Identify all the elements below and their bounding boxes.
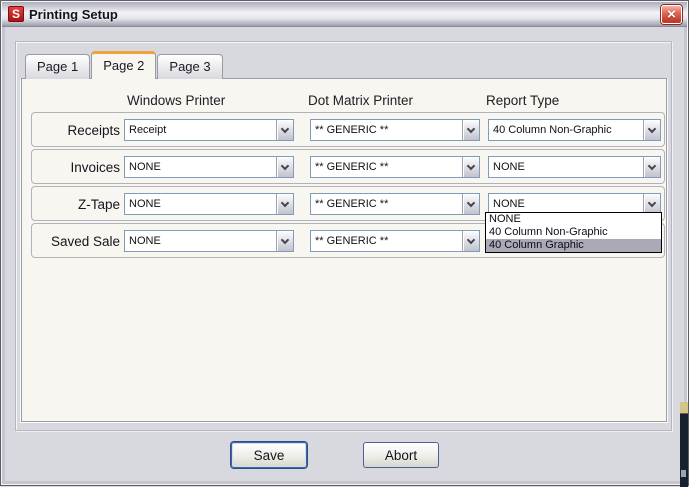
report-type-dropdown-list: NONE 40 Column Non-Graphic 40 Column Gra…: [485, 212, 662, 253]
combo-value: ** GENERIC **: [315, 235, 389, 247]
column-header-dot-matrix-printer: Dot Matrix Printer: [308, 93, 414, 108]
background-window-sliver: [680, 402, 688, 487]
dropdown-option-40-column-graphic[interactable]: 40 Column Graphic: [486, 239, 661, 252]
row-label-saved-sale: Saved Sale: [50, 234, 120, 249]
combo-value: NONE: [129, 198, 161, 210]
receipts-dot-matrix-printer-select[interactable]: ** GENERIC **: [310, 119, 480, 141]
chevron-down-icon[interactable]: [462, 157, 479, 177]
dropdown-option-40-column-non-graphic[interactable]: 40 Column Non-Graphic: [486, 226, 661, 239]
combo-value: NONE: [129, 235, 161, 247]
row-receipts: Receipts Receipt ** GENERIC ** 40 Column…: [31, 112, 665, 147]
chevron-down-icon[interactable]: [462, 194, 479, 214]
chevron-down-icon[interactable]: [462, 231, 479, 251]
chevron-down-icon[interactable]: [643, 194, 660, 214]
chevron-down-icon[interactable]: [276, 157, 293, 177]
chevron-down-icon[interactable]: [462, 120, 479, 140]
tab-page-1[interactable]: Page 1: [25, 54, 91, 79]
tab-page-3[interactable]: Page 3: [157, 54, 223, 79]
window-title: Printing Setup: [29, 6, 118, 22]
dropdown-option-none[interactable]: NONE: [486, 213, 661, 226]
saved-sale-dot-matrix-printer-select[interactable]: ** GENERIC **: [310, 230, 480, 252]
column-header-windows-printer: Windows Printer: [127, 93, 226, 108]
combo-value: ** GENERIC **: [315, 198, 389, 210]
background-window-glyph: [681, 470, 686, 477]
combo-value: ** GENERIC **: [315, 124, 389, 136]
receipts-report-type-select[interactable]: 40 Column Non-Graphic: [488, 119, 661, 141]
combo-value: Receipt: [129, 124, 167, 136]
chevron-down-icon[interactable]: [276, 231, 293, 251]
row-label-z-tape: Z-Tape: [77, 197, 120, 212]
z-tape-windows-printer-select[interactable]: NONE: [124, 193, 294, 215]
printing-setup-dialog: S Printing Setup × Page 1 Page 2 Page 3 …: [0, 0, 689, 487]
z-tape-dot-matrix-printer-select[interactable]: ** GENERIC **: [310, 193, 480, 215]
chevron-down-icon[interactable]: [643, 120, 660, 140]
tab-page-content: Windows Printer Dot Matrix Printer Repor…: [21, 78, 667, 422]
receipts-windows-printer-select[interactable]: Receipt: [124, 119, 294, 141]
tab-page-2[interactable]: Page 2: [91, 51, 157, 79]
invoices-dot-matrix-printer-select[interactable]: ** GENERIC **: [310, 156, 480, 178]
combo-value: ** GENERIC **: [315, 161, 389, 173]
combo-value: NONE: [129, 161, 161, 173]
row-invoices: Invoices NONE ** GENERIC ** NONE: [31, 149, 665, 184]
close-button[interactable]: ×: [661, 5, 682, 24]
invoices-windows-printer-select[interactable]: NONE: [124, 156, 294, 178]
invoices-report-type-select[interactable]: NONE: [488, 156, 661, 178]
abort-button[interactable]: Abort: [363, 442, 439, 468]
chevron-down-icon[interactable]: [276, 194, 293, 214]
row-label-invoices: Invoices: [70, 160, 120, 175]
tab-strip: Page 1 Page 2 Page 3: [25, 51, 224, 79]
chevron-down-icon[interactable]: [276, 120, 293, 140]
saved-sale-windows-printer-select[interactable]: NONE: [124, 230, 294, 252]
combo-value: 40 Column Non-Graphic: [493, 124, 612, 136]
app-icon: S: [8, 6, 24, 22]
combo-value: NONE: [493, 161, 525, 173]
row-label-receipts: Receipts: [67, 123, 120, 138]
close-icon: ×: [667, 6, 676, 23]
combo-value: NONE: [493, 198, 525, 210]
chevron-down-icon[interactable]: [643, 157, 660, 177]
save-button[interactable]: Save: [231, 442, 307, 468]
column-header-report-type: Report Type: [486, 93, 560, 108]
background-window-titlebar: [680, 402, 688, 414]
titlebar[interactable]: S Printing Setup ×: [2, 2, 687, 27]
